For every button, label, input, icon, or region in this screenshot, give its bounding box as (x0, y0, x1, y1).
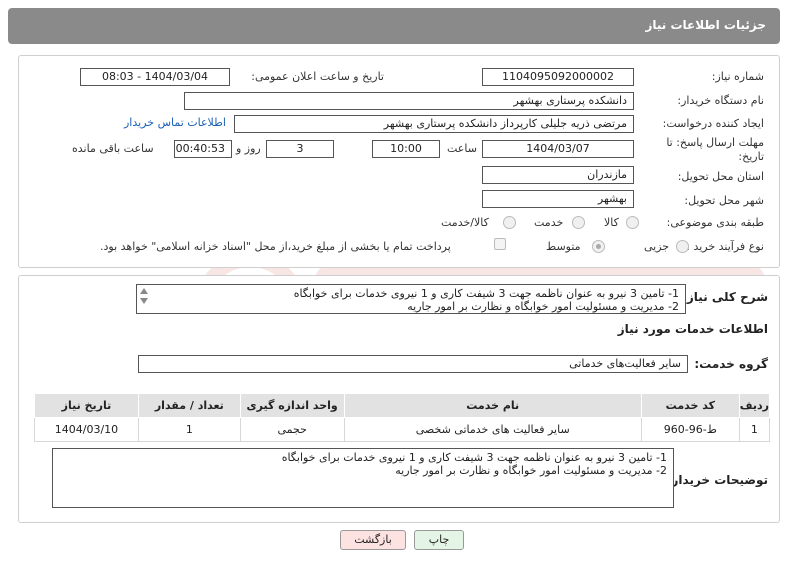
buyer-contact-link[interactable]: اطلاعات تماس خریدار (124, 116, 226, 129)
deadline-time-label: ساعت (447, 142, 477, 155)
page-title: جزئیات اطلاعات نیاز (645, 18, 766, 32)
buyer-notes-textarea[interactable]: 1- تامین 3 نیرو به عنوان ناظمه جهت 3 شیف… (52, 448, 674, 508)
creator-field: مرتضی ذریه جلیلی کارپرداز دانشکده پرستار… (234, 115, 634, 133)
category-label: طبقه بندی موضوعی: (666, 216, 764, 229)
process-radio-medium[interactable] (592, 240, 605, 253)
summary-line-1: 1- تامین 3 نیرو به عنوان ناظمه جهت 3 شیف… (293, 287, 679, 300)
process-option-minor: جزیی (644, 240, 670, 253)
buyer-org-field: دانشکده پرستاری بهشهر (184, 92, 634, 110)
print-button[interactable]: چاپ (414, 530, 464, 550)
col-need-date: تاریخ نیاز (34, 393, 139, 418)
summary-label: شرح کلی نیاز: (682, 290, 768, 304)
col-service-code: کد خدمت (640, 393, 740, 418)
cell-unit: حجمی (239, 417, 345, 442)
need-number-label: شماره نیاز: (711, 70, 764, 83)
days-label: روز و (236, 142, 261, 155)
remaining-time-field: 00:40:53 (174, 140, 232, 158)
cell-need-date: 1404/03/10 (34, 417, 139, 442)
category-radio-goods[interactable] (626, 216, 639, 229)
days-field: 3 (266, 140, 334, 158)
service-group-label: گروه خدمت: (694, 357, 768, 371)
summary-scroll-arrows[interactable] (138, 285, 150, 313)
category-option-goods-service: کالا/خدمت (441, 216, 489, 229)
col-unit: واحد اندازه گیری (239, 393, 345, 418)
category-option-goods: کالا (604, 216, 619, 229)
category-option-service: خدمت (534, 216, 564, 229)
cell-quantity: 1 (137, 417, 241, 442)
announce-date-field: 1404/03/04 - 08:03 (80, 68, 230, 86)
col-quantity: تعداد / مقدار (137, 393, 241, 418)
summary-textarea[interactable]: 1- تامین 3 نیرو به عنوان ناظمه جهت 3 شیف… (136, 284, 686, 314)
category-radio-goods-service[interactable] (503, 216, 516, 229)
city-label: شهر محل تحویل: (684, 194, 764, 207)
service-group-field: سایر فعالیت‌های خدماتی (138, 355, 688, 373)
buyer-notes-line-2: 2- مدیریت و مسئولیت امور خوابگاه و نظارت… (395, 464, 667, 477)
need-number-field: 1104095092000002 (482, 68, 634, 86)
back-button[interactable]: بازگشت (340, 530, 406, 550)
treasury-payment-note: پرداخت تمام یا بخشی از مبلغ خرید،از محل … (100, 240, 451, 253)
process-radio-minor[interactable] (676, 240, 689, 253)
table-row: 1 ط-96-960 سایر فعالیت های خدماتی شخصی ح… (34, 417, 771, 442)
cell-service-name: سایر فعالیت های خدماتی شخصی (343, 417, 642, 442)
treasury-payment-checkbox[interactable] (494, 238, 506, 250)
cell-row-number: 1 (738, 417, 771, 442)
process-type-label: نوع فرآیند خرید : (686, 240, 764, 253)
remaining-time-label: ساعت باقی مانده (72, 142, 154, 155)
deadline-date-field: 1404/03/07 (482, 140, 634, 158)
cell-service-code: ط-96-960 (640, 417, 740, 442)
buyer-notes-line-1: 1- تامین 3 نیرو به عنوان ناظمه جهت 3 شیف… (281, 451, 667, 464)
col-row-number: ردیف (738, 393, 771, 418)
deadline-label: مهلت ارسال پاسخ: تا تاریخ: (666, 136, 764, 163)
announce-date-label: تاریخ و ساعت اعلان عمومی: (251, 70, 384, 83)
province-label: استان محل تحویل: (677, 170, 764, 183)
summary-line-2: 2- مدیریت و مسئولیت امور خوابگاه و نظارت… (407, 300, 679, 313)
deadline-time-field: 10:00 (372, 140, 440, 158)
province-field: مازندران (482, 166, 634, 184)
page-header: جزئیات اطلاعات نیاز (8, 8, 780, 44)
process-option-medium: متوسط (546, 240, 581, 253)
buyer-org-label: نام دستگاه خریدار: (677, 94, 764, 107)
services-table-header: ردیف کد خدمت نام خدمت واحد اندازه گیری ت… (34, 393, 771, 418)
services-section-title: اطلاعات خدمات مورد نیاز (617, 322, 768, 336)
services-table: ردیف کد خدمت نام خدمت واحد اندازه گیری ت… (34, 393, 771, 442)
city-field: بهشهر (482, 190, 634, 208)
col-service-name: نام خدمت (343, 393, 642, 418)
category-radio-service[interactable] (572, 216, 585, 229)
creator-label: ایجاد کننده درخواست: (662, 117, 764, 130)
buyer-notes-label: توضیحات خریدار: (666, 473, 768, 487)
